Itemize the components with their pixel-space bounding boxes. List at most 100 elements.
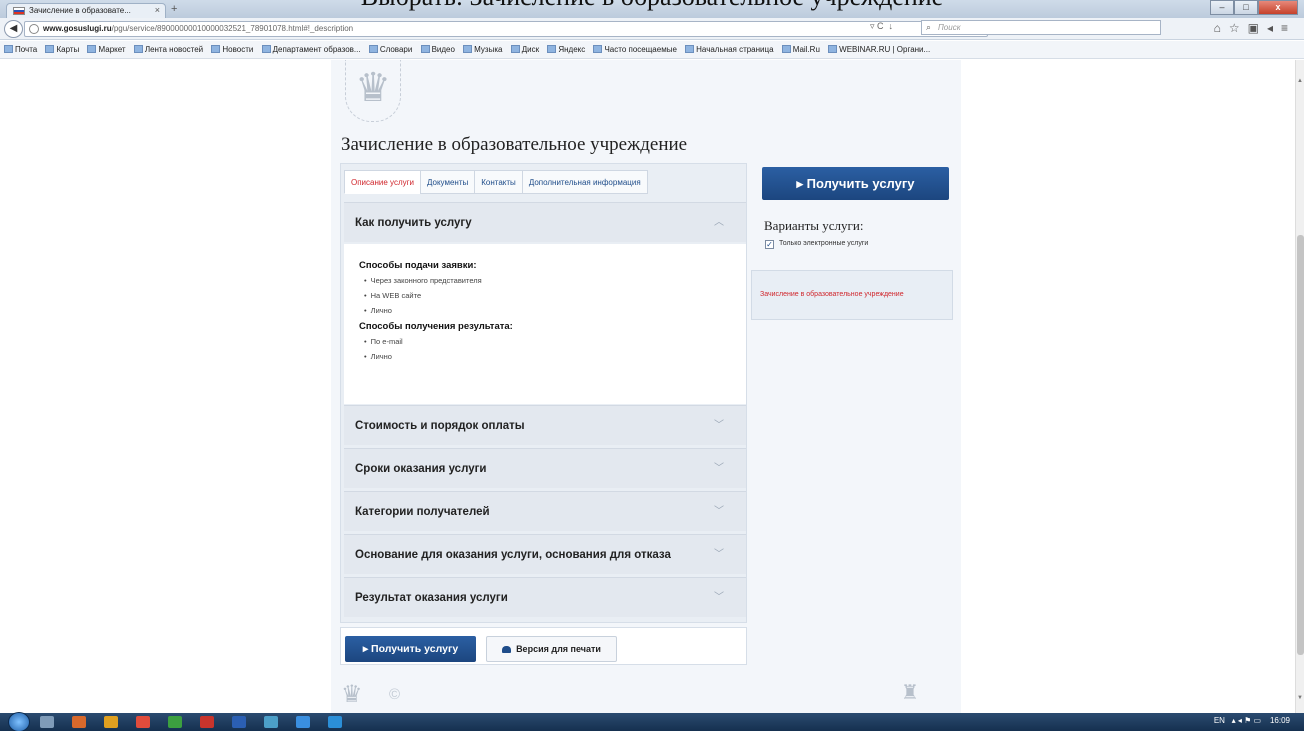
- bookmark-item[interactable]: Видео: [420, 45, 455, 54]
- search-input[interactable]: ⌕ Поиск: [921, 20, 1161, 35]
- accordion-cost[interactable]: Стоимость и порядок оплаты ﹀: [344, 405, 746, 445]
- chevron-down-icon: ﹀: [714, 506, 724, 517]
- get-service-button[interactable]: ▸ Получить услугу: [345, 636, 476, 662]
- bookmarks-bar: Почта Карты Маркет Лента новостей Новост…: [0, 41, 1304, 59]
- accordion-recipients[interactable]: Категории получателей ﹀: [344, 491, 746, 531]
- accordion-title: Основание для оказания услуги, основания…: [355, 549, 671, 561]
- checkbox-label: Только электронные услуги: [779, 240, 869, 247]
- bookmark-item[interactable]: Mail.Ru: [781, 45, 820, 54]
- bookmark-item[interactable]: Новости: [211, 45, 253, 54]
- toolbar-icons[interactable]: ⌂☆▣◂≡: [1214, 21, 1296, 35]
- chevron-down-icon: ﹀: [714, 549, 724, 560]
- list: По e-mail Лично: [359, 337, 746, 361]
- service-info-card: Описание услуги Документы Контакты Допол…: [340, 163, 747, 623]
- scrollbar-thumb[interactable]: [1297, 235, 1304, 655]
- clock[interactable]: 16:09: [1270, 716, 1290, 725]
- bookmark-item[interactable]: WEBINAR.RU | Органи...: [828, 45, 930, 54]
- variant-link[interactable]: Зачисление в образовательное учреждение: [760, 291, 904, 298]
- list-item: Лично: [364, 352, 746, 361]
- system-tray: EN ▴ ◂ ⚑ ▭ 16:09: [1213, 716, 1290, 725]
- bookmark-item[interactable]: Карты: [45, 45, 79, 54]
- word-icon[interactable]: [232, 716, 246, 728]
- url-path: /pgu/service/89000000010000032521_789010…: [111, 24, 354, 33]
- section-heading: Способы подачи заявки:: [359, 260, 477, 271]
- bookmark-item[interactable]: Лента новостей: [133, 45, 203, 54]
- scroll-up-icon[interactable]: ▲: [1297, 78, 1303, 84]
- copyright-icon: ©: [389, 686, 401, 703]
- pdf-icon[interactable]: [200, 716, 214, 728]
- browser-navbar: ◀ www.gosuslugi.ru/pgu/service/890000000…: [0, 18, 1304, 40]
- accordion-grounds[interactable]: Основание для оказания услуги, основания…: [344, 534, 746, 574]
- search-placeholder: Поиск: [938, 23, 961, 32]
- scroll-down-icon[interactable]: ▼: [1297, 695, 1303, 701]
- bookmark-item[interactable]: Часто посещаемые: [593, 45, 677, 54]
- electronic-only-checkbox[interactable]: ✓: [765, 240, 774, 249]
- accordion-title: Сроки оказания услуги: [355, 463, 487, 475]
- bookmark-item[interactable]: Словари: [368, 45, 412, 54]
- accordion-title: Результат оказания услуги: [355, 592, 508, 604]
- accordion-terms[interactable]: Сроки оказания услуги ﹀: [344, 448, 746, 488]
- reload-icon[interactable]: ▿ C ↓: [870, 21, 893, 32]
- tower-icon: ♜: [901, 682, 919, 704]
- page-content: ♛ Зачисление в образовательное учреждени…: [331, 60, 961, 713]
- get-service-main-button[interactable]: ▸ Получить услугу: [762, 167, 949, 200]
- coat-of-arms-icon: ♛: [345, 60, 401, 122]
- address-bar[interactable]: www.gosuslugi.ru/pgu/service/89000000010…: [24, 21, 988, 37]
- app-icon[interactable]: [104, 716, 118, 728]
- variant-item[interactable]: Зачисление в образовательное учреждение: [751, 270, 953, 320]
- accordion-title: Как получить услугу: [355, 217, 472, 229]
- variants-title: Варианты услуги:: [764, 218, 864, 233]
- tab-documents[interactable]: Документы: [420, 170, 475, 194]
- section-heading: Способы получения результата:: [359, 321, 513, 332]
- accordion-panel: Способы подачи заявки: Через законного п…: [344, 244, 746, 404]
- bookmark-item[interactable]: Департамент образов...: [261, 45, 361, 54]
- start-button[interactable]: [8, 712, 30, 731]
- bookmark-item[interactable]: Почта: [4, 45, 37, 54]
- service-variants: Варианты услуги: ✓ Только электронные ус…: [751, 207, 951, 265]
- bookmark-item[interactable]: Диск: [510, 45, 539, 54]
- accordion-how-to-get[interactable]: Как получить услугу ︿: [344, 202, 746, 242]
- taskbar-apps: [40, 716, 360, 728]
- tab-contacts[interactable]: Контакты: [474, 170, 522, 194]
- tab-additional-info[interactable]: Дополнительная информация: [521, 170, 648, 194]
- back-button[interactable]: ◀: [4, 20, 23, 38]
- accordion-title: Категории получателей: [355, 506, 490, 518]
- accordion-title: Стоимость и порядок оплаты: [355, 420, 525, 432]
- footer-decoration: ♛ © ♜: [331, 680, 961, 713]
- coat-of-arms-icon: ♛: [341, 681, 363, 708]
- chevron-down-icon: ﹀: [714, 463, 724, 474]
- chrome-icon[interactable]: [136, 716, 150, 728]
- app-icon[interactable]: [296, 716, 310, 728]
- tabs: Описание услуги Документы Контакты Допол…: [344, 170, 648, 194]
- vertical-scrollbar[interactable]: ▲ ▼: [1295, 60, 1304, 713]
- list-item: По e-mail: [364, 337, 746, 346]
- language-indicator[interactable]: EN: [1214, 716, 1225, 725]
- tab-description[interactable]: Описание услуги: [344, 170, 420, 194]
- bookmark-item[interactable]: Музыка: [463, 45, 502, 54]
- bookmark-item[interactable]: Яндекс: [547, 45, 585, 54]
- chevron-down-icon: ﹀: [714, 592, 724, 603]
- skype-icon[interactable]: [328, 716, 342, 728]
- accordion-result[interactable]: Результат оказания услуги ﹀: [344, 577, 746, 617]
- print-label: Версия для печати: [516, 644, 601, 654]
- print-version-button[interactable]: Версия для печати: [486, 636, 617, 662]
- app-icon[interactable]: [168, 716, 182, 728]
- actions-bar: ▸ Получить услугу Версия для печати: [340, 627, 747, 665]
- page-title: Зачисление в образовательное учреждение: [341, 134, 688, 155]
- bookmark-item[interactable]: Начальная страница: [685, 45, 774, 54]
- chevron-up-icon: ︿: [714, 217, 724, 228]
- firefox-icon[interactable]: [72, 716, 86, 728]
- chevron-down-icon: ﹀: [714, 420, 724, 431]
- list: Через законного представителя На WEB сай…: [359, 276, 746, 315]
- caption-text: Выбрать: Зачисление в образовательное уч…: [0, 0, 1304, 12]
- url-host: www.gosuslugi.ru: [43, 24, 112, 33]
- explorer-icon[interactable]: [40, 716, 54, 728]
- screen: Выбрать: Зачисление в образовательное уч…: [0, 0, 1304, 731]
- bookmark-item[interactable]: Маркет: [87, 45, 126, 54]
- site-identity-icon[interactable]: [29, 24, 39, 34]
- list-item: На WEB сайте: [364, 291, 746, 300]
- app-icon[interactable]: [264, 716, 278, 728]
- list-item: Лично: [364, 306, 746, 315]
- list-item: Через законного представителя: [364, 276, 746, 285]
- printer-icon: [502, 646, 512, 653]
